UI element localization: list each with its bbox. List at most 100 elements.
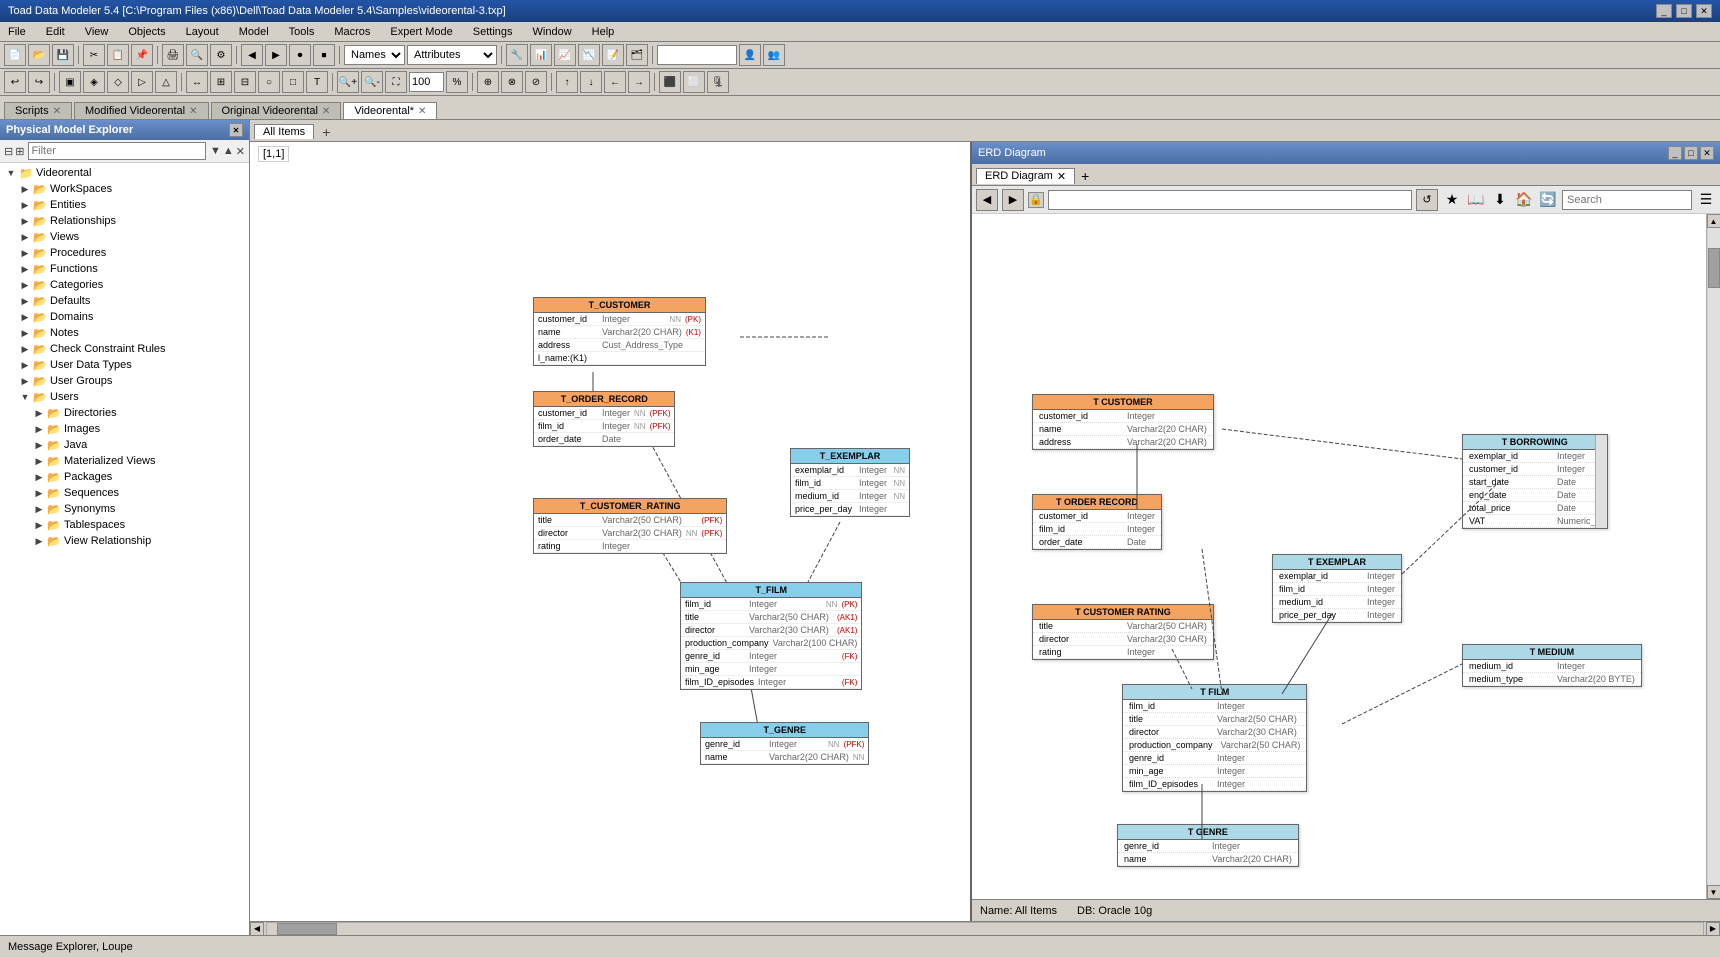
- tree-toggle[interactable]: ▶: [32, 456, 46, 467]
- toolbar-btn-5[interactable]: 🔍: [186, 44, 208, 66]
- tree-toggle[interactable]: ▶: [18, 296, 32, 307]
- tree-item-check-constraint-rules[interactable]: ▶📂Check Constraint Rules: [0, 341, 249, 357]
- tree-toggle[interactable]: ▶: [32, 424, 46, 435]
- toolbar2-btn-6[interactable]: ↔: [186, 71, 208, 93]
- browser-back-btn[interactable]: ◀: [976, 189, 998, 211]
- toolbar-btn-11[interactable]: 🔧: [506, 44, 528, 66]
- browser-star-icon[interactable]: ★: [1442, 190, 1462, 210]
- tree-toggle[interactable]: ▶: [18, 200, 32, 211]
- toolbar-btn-3[interactable]: 📌: [131, 44, 153, 66]
- tree-toggle[interactable]: ▶: [18, 232, 32, 243]
- tree-toggle[interactable]: ▶: [18, 216, 32, 227]
- tree-toggle[interactable]: ▶: [18, 360, 32, 371]
- toolbar2-btn-5[interactable]: △: [155, 71, 177, 93]
- expand-all-icon[interactable]: ⊞: [15, 145, 24, 158]
- toolbar2-btn-15[interactable]: %: [446, 71, 468, 93]
- tree-toggle[interactable]: ▶: [18, 264, 32, 275]
- tree-item-relationships[interactable]: ▶📂Relationships: [0, 213, 249, 229]
- browser-refresh-btn[interactable]: ↺: [1416, 189, 1438, 211]
- toolbar-search-input[interactable]: [657, 45, 737, 65]
- menu-settings[interactable]: Settings: [469, 25, 517, 39]
- erd-table-t_order_record[interactable]: T ORDER RECORDcustomer_idIntegerfilm_idI…: [1032, 494, 1162, 550]
- toolbar2-btn-3[interactable]: ◇: [107, 71, 129, 93]
- toolbar-btn-2[interactable]: 📋: [107, 44, 129, 66]
- tree-item-directories[interactable]: ▶📂Directories: [0, 405, 249, 421]
- menu-help[interactable]: Help: [588, 25, 619, 39]
- toolbar2-undo[interactable]: ↩: [4, 71, 26, 93]
- tree-toggle[interactable]: ▶: [18, 328, 32, 339]
- toolbar-btn-1[interactable]: ✂: [83, 44, 105, 66]
- erd-scroll-down[interactable]: ▼: [1707, 885, 1720, 899]
- tree-toggle[interactable]: ▶: [32, 536, 46, 547]
- tree-item-synonyms[interactable]: ▶📂Synonyms: [0, 501, 249, 517]
- canvas-table-t_customer_c[interactable]: T_CUSTOMERcustomer_idIntegerNN(PK)nameVa…: [533, 297, 706, 366]
- canvas-table-t_film_c[interactable]: T_FILMfilm_idIntegerNN(PK)titleVarchar2(…: [680, 582, 862, 690]
- tree-item-categories[interactable]: ▶📂Categories: [0, 277, 249, 293]
- toolbar-btn-10[interactable]: ⏹: [313, 44, 335, 66]
- zoom-input[interactable]: [409, 72, 444, 92]
- toolbar2-btn-7[interactable]: ⊞: [210, 71, 232, 93]
- menu-view[interactable]: View: [81, 25, 113, 39]
- attributes-dropdown[interactable]: Attributes: [407, 45, 497, 65]
- erd-close-btn[interactable]: ✕: [1700, 146, 1714, 160]
- browser-menu-icon[interactable]: ☰: [1696, 190, 1716, 210]
- toolbar2-btn-2[interactable]: ◈: [83, 71, 105, 93]
- close-button[interactable]: ✕: [1696, 4, 1712, 18]
- tab-videorental-close[interactable]: ✕: [418, 106, 426, 117]
- toolbar-btn-13[interactable]: 📈: [554, 44, 576, 66]
- toolbar2-btn-1[interactable]: ▣: [59, 71, 81, 93]
- toolbar-btn-15[interactable]: 📝: [602, 44, 624, 66]
- erd-minimize-btn[interactable]: _: [1668, 146, 1682, 160]
- toolbar-new[interactable]: 📄: [4, 44, 26, 66]
- browser-forward-btn[interactable]: ▶: [1002, 189, 1024, 211]
- erd-table-t_film[interactable]: T FILMfilm_idIntegertitleVarchar2(50 CHA…: [1122, 684, 1307, 792]
- tree-item-functions[interactable]: ▶📂Functions: [0, 261, 249, 277]
- toolbar-btn-14[interactable]: 📉: [578, 44, 600, 66]
- tree-item-domains[interactable]: ▶📂Domains: [0, 309, 249, 325]
- filter-up-icon[interactable]: ▲: [223, 145, 234, 158]
- tree-item-view-relationship[interactable]: ▶📂View Relationship: [0, 533, 249, 549]
- menu-expert-mode[interactable]: Expert Mode: [386, 25, 456, 39]
- toolbar-btn-4[interactable]: 🖨: [162, 44, 184, 66]
- erd-tab-add[interactable]: +: [1075, 167, 1095, 185]
- tree-item-videorental[interactable]: ▼📁Videorental: [0, 165, 249, 181]
- tab-modified-videorental[interactable]: Modified Videorental ✕: [74, 102, 208, 119]
- menu-window[interactable]: Window: [529, 25, 576, 39]
- toolbar2-btn-17[interactable]: ⊗: [501, 71, 523, 93]
- menu-model[interactable]: Model: [235, 25, 273, 39]
- menu-tools[interactable]: Tools: [285, 25, 319, 39]
- erd-canvas[interactable]: T CUSTOMERcustomer_idIntegernameVarchar2…: [972, 214, 1706, 899]
- tree-item-notes[interactable]: ▶📂Notes: [0, 325, 249, 341]
- toolbar-btn-6[interactable]: ⚙: [210, 44, 232, 66]
- tree-toggle[interactable]: ▶: [32, 408, 46, 419]
- erd-scroll-thumb[interactable]: [1708, 248, 1720, 288]
- toolbar2-btn-24[interactable]: ⬜: [683, 71, 705, 93]
- toolbar2-btn-25[interactable]: 🗜: [707, 71, 729, 93]
- erd-search-input[interactable]: [1562, 190, 1692, 210]
- tree-item-packages[interactable]: ▶📂Packages: [0, 469, 249, 485]
- erd-table-t_medium[interactable]: T MEDIUMmedium_idIntegermedium_typeVarch…: [1462, 644, 1642, 687]
- browser-lock-icon[interactable]: 🔒: [1028, 192, 1044, 208]
- toolbar-btn-7[interactable]: ◀: [241, 44, 263, 66]
- browser-sync-icon[interactable]: 🔄: [1538, 190, 1558, 210]
- tree-item-procedures[interactable]: ▶📂Procedures: [0, 245, 249, 261]
- tree-toggle[interactable]: ▶: [18, 344, 32, 355]
- tab-videorental[interactable]: Videorental* ✕: [343, 102, 437, 119]
- tree-item-tablespaces[interactable]: ▶📂Tablespaces: [0, 517, 249, 533]
- tree-item-materialized-views[interactable]: ▶📂Materialized Views: [0, 453, 249, 469]
- tree-toggle[interactable]: ▶: [32, 488, 46, 499]
- toolbar2-btn-16[interactable]: ⊕: [477, 71, 499, 93]
- hscroll-left[interactable]: ◀: [250, 922, 264, 936]
- tree-toggle[interactable]: ▶: [32, 520, 46, 531]
- tree-item-sequences[interactable]: ▶📂Sequences: [0, 485, 249, 501]
- erd-table-t_customer[interactable]: T CUSTOMERcustomer_idIntegernameVarchar2…: [1032, 394, 1214, 450]
- toolbar2-btn-21[interactable]: ←: [604, 71, 626, 93]
- toolbar2-btn-18[interactable]: ⊘: [525, 71, 547, 93]
- panel-close-btn[interactable]: ✕: [229, 123, 243, 137]
- erd-tab-close[interactable]: ✕: [1057, 170, 1066, 183]
- tree-item-defaults[interactable]: ▶📂Defaults: [0, 293, 249, 309]
- toolbar2-btn-12[interactable]: 🔍+: [337, 71, 359, 93]
- toolbar2-btn-9[interactable]: ○: [258, 71, 280, 93]
- filter-down-icon[interactable]: ▼: [210, 145, 221, 158]
- toolbar2-btn-20[interactable]: ↓: [580, 71, 602, 93]
